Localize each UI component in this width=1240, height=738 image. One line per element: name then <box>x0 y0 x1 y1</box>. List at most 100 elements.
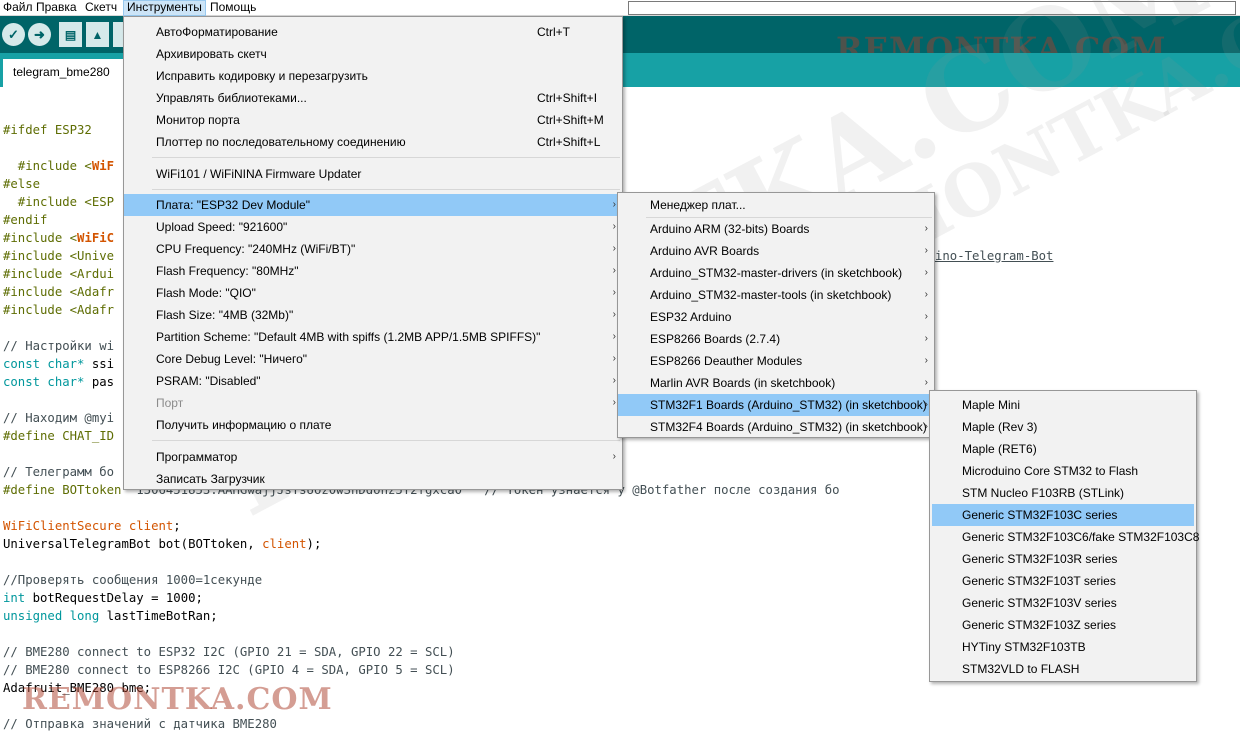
menu-item-partition-scheme[interactable]: Partition Scheme: "Default 4MB with spif… <box>124 326 622 348</box>
menu-item-cpu-frequency[interactable]: CPU Frequency: "240MHz (WiFi/BT)" › <box>124 238 622 260</box>
chevron-right-icon: › <box>924 421 928 432</box>
code-line: WiFiClientSecure client; <box>3 517 181 535</box>
chevron-right-icon: › <box>924 289 928 300</box>
menu-item-esp8266-deauther[interactable]: ESP8266 Deauther Modules › <box>618 350 934 372</box>
menu-item-flash-mode[interactable]: Flash Mode: "QIO" › <box>124 282 622 304</box>
menu-separator <box>152 157 620 158</box>
menu-item-upload-speed[interactable]: Upload Speed: "921600" › <box>124 216 622 238</box>
menu-item-label: CPU Frequency: "240MHz (WiFi/BT)" <box>156 242 356 256</box>
menu-item-maple-mini[interactable]: Maple Mini <box>930 394 1196 416</box>
chevron-right-icon: › <box>612 243 616 254</box>
chevron-right-icon: › <box>612 309 616 320</box>
menu-item-boards-manager[interactable]: Менеджер плат... <box>618 194 934 216</box>
check-icon: ✓ <box>8 26 19 42</box>
menu-item-arduino-arm[interactable]: Arduino ARM (32-bits) Boards › <box>618 218 934 240</box>
code-line: #include <Adafr <box>3 285 115 299</box>
menu-item-esp32-arduino[interactable]: ESP32 Arduino › <box>618 306 934 328</box>
menu-item-maple-rev3[interactable]: Maple (Rev 3) <box>930 416 1196 438</box>
menu-item-arduino-avr[interactable]: Arduino AVR Boards › <box>618 240 934 262</box>
menu-item-label: WiFi101 / WiFiNINA Firmware Updater <box>156 167 362 181</box>
menu-item-stm32-tools[interactable]: Arduino_STM32-master-tools (in sketchboo… <box>618 284 934 306</box>
chevron-right-icon: › <box>924 267 928 278</box>
menu-item-flash-frequency[interactable]: Flash Frequency: "80MHz" › <box>124 260 622 282</box>
menu-item-board-info[interactable]: Получить информацию о плате <box>124 414 622 436</box>
chevron-right-icon: › <box>924 223 928 234</box>
code-link[interactable]: ino-Telegram-Bot <box>935 247 1053 265</box>
code-line: // BME280 connect to ESP8266 I2C (GPIO 4… <box>3 663 455 677</box>
code-token: lastTimeBotRan; <box>99 609 218 623</box>
save-button[interactable] <box>113 22 123 47</box>
open-button[interactable]: ▲ <box>86 22 109 47</box>
menu-item-label: Generic STM32F103T series <box>962 574 1116 588</box>
menu-item-generic-f103r[interactable]: Generic STM32F103R series <box>930 548 1196 570</box>
menu-item-label: Управлять библиотеками... <box>156 91 307 105</box>
menu-item-generic-f103c[interactable]: Generic STM32F103C series <box>932 504 1194 526</box>
menu-separator <box>152 189 620 190</box>
menu-item-esp8266-boards[interactable]: ESP8266 Boards (2.7.4) › <box>618 328 934 350</box>
menu-item-label: Core Debug Level: "Ничего" <box>156 352 307 366</box>
chevron-right-icon: › <box>612 221 616 232</box>
verify-button[interactable]: ✓ <box>2 23 25 46</box>
menu-item-label: ESP8266 Boards (2.7.4) <box>650 332 781 346</box>
chevron-right-icon: › <box>612 331 616 342</box>
menu-item-label: Менеджер плат... <box>650 198 746 212</box>
menu-item-autoformat[interactable]: АвтоФорматирование Ctrl+T <box>124 21 622 43</box>
menu-item-libraries[interactable]: Управлять библиотеками... Ctrl+Shift+I <box>124 87 622 109</box>
menu-item-label: Flash Mode: "QIO" <box>156 286 256 300</box>
menu-item-label: Marlin AVR Boards (in sketchbook) <box>650 376 836 390</box>
menu-item-stm32f1-boards[interactable]: STM32F1 Boards (Arduino_STM32) (in sketc… <box>618 394 934 416</box>
code-line: #include <Unive <box>3 249 115 263</box>
menu-item-fix-encoding[interactable]: Исправить кодировку и перезагрузить <box>124 65 622 87</box>
menu-file[interactable]: Файл <box>0 0 36 16</box>
menu-item-archive[interactable]: Архивировать скетч <box>124 43 622 65</box>
menu-item-board[interactable]: Плата: "ESP32 Dev Module" › <box>124 194 622 216</box>
menu-item-label: Microduino Core STM32 to Flash <box>962 464 1139 478</box>
tab-telegram-bme280[interactable]: telegram_bme280 <box>3 59 123 87</box>
menu-item-label: Записать Загрузчик <box>156 472 265 486</box>
code-line: int botRequestDelay = 1000; <box>3 589 203 607</box>
menu-item-programmer[interactable]: Программатор › <box>124 446 622 468</box>
menu-item-label: Partition Scheme: "Default 4MB with spif… <box>156 330 541 344</box>
menu-item-flash-size[interactable]: Flash Size: "4MB (32Mb)" › <box>124 304 622 326</box>
code-line: #include <Ardui <box>3 267 115 281</box>
menu-item-hytiny[interactable]: HYTiny STM32F103TB <box>930 636 1196 658</box>
chevron-right-icon: › <box>612 451 616 462</box>
arrow-up-icon: ▲ <box>91 27 104 42</box>
menu-tools[interactable]: Инструменты <box>123 0 206 16</box>
menu-item-maple-ret6[interactable]: Maple (RET6) <box>930 438 1196 460</box>
menu-item-label: АвтоФорматирование <box>156 25 278 39</box>
menu-item-serial-monitor[interactable]: Монитор порта Ctrl+Shift+M <box>124 109 622 131</box>
menu-item-stm32f4-boards[interactable]: STM32F4 Boards (Arduino_STM32) (in sketc… <box>618 416 934 438</box>
menu-item-label: Исправить кодировку и перезагрузить <box>156 69 368 83</box>
menu-item-generic-f103c6[interactable]: Generic STM32F103C6/fake STM32F103C8 <box>930 526 1199 548</box>
menu-item-wifi-updater[interactable]: WiFi101 / WiFiNINA Firmware Updater <box>124 163 622 185</box>
menu-item-label: Порт <box>156 396 184 410</box>
code-line: #include <Adafr <box>3 303 115 317</box>
menu-item-label: Плоттер по последовательному соединению <box>156 135 406 149</box>
menu-item-label: STM32F1 Boards (Arduino_STM32) (in sketc… <box>650 398 927 412</box>
menu-item-stm32-drivers[interactable]: Arduino_STM32-master-drivers (in sketchb… <box>618 262 934 284</box>
menu-item-psram[interactable]: PSRAM: "Disabled" › <box>124 370 622 392</box>
menu-item-marlin-avr[interactable]: Marlin AVR Boards (in sketchbook) › <box>618 372 934 394</box>
upload-button[interactable]: ➜ <box>28 23 51 46</box>
code-token: WiFiC <box>77 231 115 245</box>
menu-item-nucleo[interactable]: STM Nucleo F103RB (STLink) <box>930 482 1196 504</box>
menu-item-serial-plotter[interactable]: Плоттер по последовательному соединению C… <box>124 131 622 153</box>
menu-item-label: Generic STM32F103V series <box>962 596 1117 610</box>
new-button[interactable]: ▤ <box>59 22 82 47</box>
code-token: const char* <box>3 357 85 371</box>
menu-help[interactable]: Помощь <box>207 0 259 16</box>
menu-item-shortcut: Ctrl+Shift+I <box>537 91 598 105</box>
menu-item-generic-f103v[interactable]: Generic STM32F103V series <box>930 592 1196 614</box>
code-line: // BME280 connect to ESP32 I2C (GPIO 21 … <box>3 645 455 659</box>
menu-sketch[interactable]: Скетч <box>82 0 120 16</box>
menu-item-stm32vld[interactable]: STM32VLD to FLASH <box>930 658 1196 680</box>
code-line: #define CHAT_ID <box>3 429 115 443</box>
chevron-right-icon: › <box>612 287 616 298</box>
menu-item-generic-f103t[interactable]: Generic STM32F103T series <box>930 570 1196 592</box>
menu-item-generic-f103z[interactable]: Generic STM32F103Z series <box>930 614 1196 636</box>
menu-item-microduino[interactable]: Microduino Core STM32 to Flash <box>930 460 1196 482</box>
menu-item-burn-bootloader[interactable]: Записать Загрузчик <box>124 468 622 490</box>
menu-edit[interactable]: Правка <box>33 0 80 16</box>
menu-item-debug-level[interactable]: Core Debug Level: "Ничего" › <box>124 348 622 370</box>
